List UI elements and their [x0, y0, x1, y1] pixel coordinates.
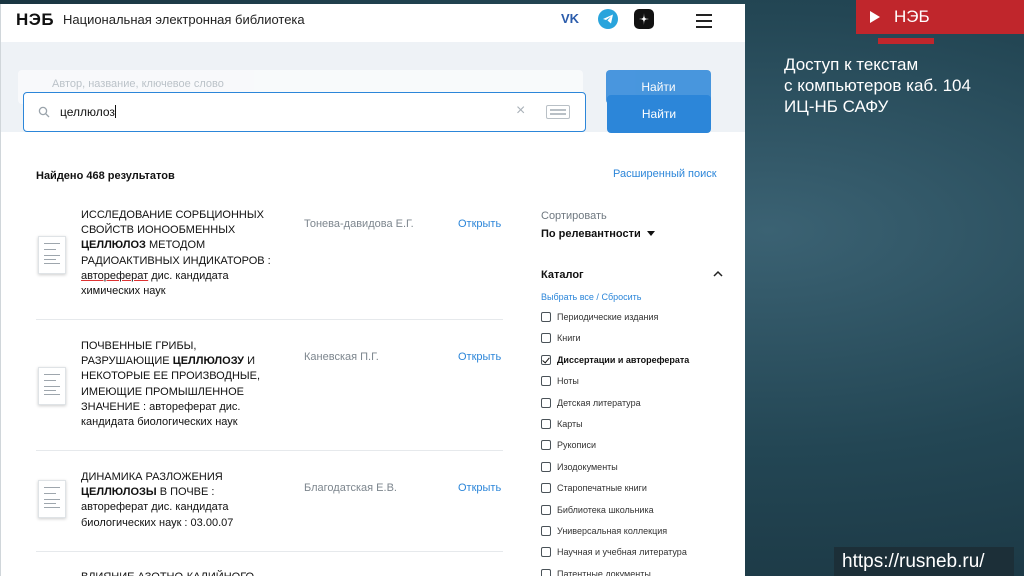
catalog-checkbox[interactable]: Научная и учебная литература: [541, 545, 687, 559]
catalog-item-label: Рукописи: [557, 440, 596, 451]
ghost-placeholder: Автор, название, ключевое слово: [52, 78, 224, 90]
result-title[interactable]: ДИНАМИКА РАЗЛОЖЕНИЯ ЦЕЛЛЮЛОЗЫ В ПОЧВЕ : …: [81, 470, 281, 531]
zen-icon[interactable]: [634, 9, 654, 29]
catalog-checkbox[interactable]: Библиотека школьника: [541, 503, 654, 517]
catalog-checkbox[interactable]: Диссертации и автореферата: [541, 353, 689, 367]
checkbox-icon[interactable]: [541, 440, 551, 451]
dropdown-arrow-icon: [646, 231, 655, 236]
result-author: Тонева-давидова Е.Г.: [304, 218, 414, 230]
open-link[interactable]: Открыть: [458, 218, 501, 230]
site-logo[interactable]: НЭБ: [16, 10, 54, 30]
catalog-item-label: Диссертации и автореферата: [557, 354, 690, 365]
result-author: Благодатская Е.В.: [304, 482, 397, 494]
slide-caption: Доступ к текстам с компьютеров каб. 104 …: [784, 54, 1020, 117]
checkbox-icon[interactable]: [541, 526, 551, 536]
checkbox-icon[interactable]: [541, 568, 551, 576]
document-thumbnail[interactable]: [38, 236, 66, 274]
checkbox-icon[interactable]: [541, 376, 551, 387]
results-count: Найдено 468 результатов: [36, 170, 175, 182]
checkbox-icon[interactable]: [541, 483, 551, 494]
catalog-checkbox[interactable]: Изодокументы: [541, 460, 618, 474]
catalog-checkbox[interactable]: Универсальная коллекция: [541, 524, 667, 538]
slide-section-tag: НЭБ: [856, 0, 1024, 34]
vk-icon[interactable]: VK: [561, 9, 581, 29]
result-title[interactable]: ВЛИЯНИЕ АЗОТНО-КАЛИЙНОГО: [81, 570, 281, 576]
catalog-item-label: Книги: [557, 333, 581, 344]
checkbox-icon[interactable]: [541, 419, 551, 429]
slide-url: https://rusneb.ru/: [834, 547, 1014, 576]
site-name: Национальная электронная библиотека: [63, 12, 305, 27]
catalog-title: Каталог: [541, 269, 584, 281]
result-separator: [36, 551, 503, 552]
checkbox-checked-icon[interactable]: [541, 354, 551, 365]
checkbox-icon[interactable]: [541, 504, 551, 515]
checkbox-icon[interactable]: [541, 333, 551, 344]
checkbox-icon[interactable]: [541, 397, 551, 408]
slide-tag-underline: [878, 38, 934, 44]
advanced-search-link[interactable]: Расширенный поиск: [613, 168, 717, 180]
clear-icon[interactable]: ×: [516, 102, 525, 120]
play-triangle-icon: [870, 11, 880, 23]
document-thumbnail[interactable]: [38, 480, 66, 518]
caption-line: Доступ к текстам: [784, 55, 919, 74]
catalog-item-label: Библиотека школьника: [557, 504, 654, 515]
checkbox-icon[interactable]: [541, 547, 551, 558]
chevron-up-icon[interactable]: [713, 270, 723, 277]
caption-line: ИЦ-НБ САФУ: [784, 97, 889, 116]
catalog-checkbox[interactable]: Книги: [541, 331, 581, 345]
catalog-item-label: Старопечатные книги: [557, 483, 647, 494]
catalog-checkbox[interactable]: Периодические издания: [541, 310, 658, 324]
keyboard-icon[interactable]: [546, 105, 570, 119]
catalog-item-label: Научная и учебная литература: [557, 547, 687, 558]
catalog-checkbox[interactable]: Ноты: [541, 374, 579, 388]
catalog-item-label: Изодокументы: [557, 461, 618, 472]
text-caret: [114, 105, 116, 118]
result-separator: [36, 450, 503, 451]
catalog-item-label: Ноты: [557, 376, 579, 387]
catalog-checkbox[interactable]: Рукописи: [541, 438, 596, 452]
open-link[interactable]: Открыть: [458, 482, 501, 494]
catalog-item-label: Патентные документы: [557, 568, 651, 576]
catalog-checkbox[interactable]: Патентные документы: [541, 567, 651, 576]
search-button[interactable]: Найти: [607, 95, 711, 133]
catalog-item-label: Карты: [557, 419, 583, 429]
slide-tag-label: НЭБ: [894, 7, 930, 26]
result-title[interactable]: ПОЧВЕННЫЕ ГРИБЫ, РАЗРУШАЮЩИЕ ЦЕЛЛЮЛОЗУ И…: [81, 339, 281, 430]
open-link[interactable]: Открыть: [458, 351, 501, 363]
catalog-checkbox[interactable]: Старопечатные книги: [541, 481, 647, 495]
result-separator: [36, 319, 503, 320]
search-value: целлюлоз: [60, 105, 115, 119]
result-title[interactable]: ИССЛЕДОВАНИЕ СОРБЦИОННЫХ СВОЙСТВ ИОНООБМ…: [81, 208, 281, 299]
catalog-item-label: Детская литература: [557, 397, 641, 408]
catalog-checkbox[interactable]: Карты: [541, 417, 583, 431]
neb-screenshot: НЭБ Национальная электронная библиотека …: [0, 4, 745, 576]
catalog-select-reset[interactable]: Выбрать все / Сбросить: [541, 292, 641, 302]
catalog-item-label: Периодические издания: [557, 312, 659, 322]
checkbox-icon[interactable]: [541, 312, 551, 322]
hamburger-menu-icon[interactable]: [696, 14, 712, 32]
result-author: Каневская П.Г.: [304, 351, 379, 363]
search-input[interactable]: целлюлоз ×: [23, 92, 586, 132]
sort-label: Сортировать: [541, 210, 607, 222]
catalog-checkbox[interactable]: Детская литература: [541, 396, 641, 410]
document-thumbnail[interactable]: [38, 367, 66, 405]
sort-dropdown[interactable]: По релевантности: [541, 228, 655, 240]
catalog-item-label: Универсальная коллекция: [557, 526, 668, 536]
checkbox-icon[interactable]: [541, 461, 551, 472]
telegram-icon[interactable]: [598, 9, 618, 29]
caption-line: с компьютеров каб. 104: [784, 76, 971, 95]
search-icon: [38, 106, 50, 118]
site-header: НЭБ Национальная электронная библиотека …: [1, 4, 745, 42]
